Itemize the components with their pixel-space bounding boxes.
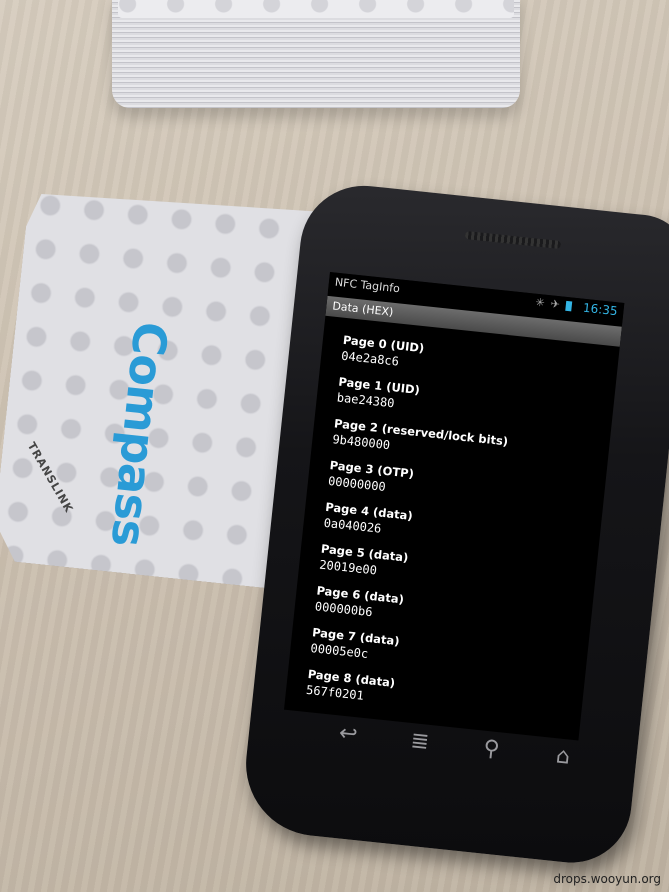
status-time: 16:35 (582, 300, 619, 319)
airplane-icon: ✈ (549, 297, 567, 312)
watermark: drops.wooyun.org (553, 872, 661, 886)
search-icon[interactable]: ⚲ (475, 733, 508, 766)
home-icon[interactable]: ⌂ (547, 741, 580, 774)
app-title: NFC TagInfo (334, 275, 401, 296)
phone-screen: NFC TagInfo ✳✈ 16:35 Data (HEX) Page 0 (… (284, 272, 625, 741)
status-icons: ✳✈ (535, 296, 573, 313)
back-icon[interactable]: ↩ (332, 718, 365, 751)
vibrate-icon: ✳ (534, 295, 552, 311)
menu-icon[interactable]: ≣ (403, 726, 436, 759)
battery-icon (565, 300, 573, 312)
page-list: Page 0 (UID) 04e2a8c6 Page 1 (UID) bae24… (304, 332, 604, 735)
section-label: Data (HEX) (331, 299, 394, 319)
card-stack-top (118, 0, 514, 18)
